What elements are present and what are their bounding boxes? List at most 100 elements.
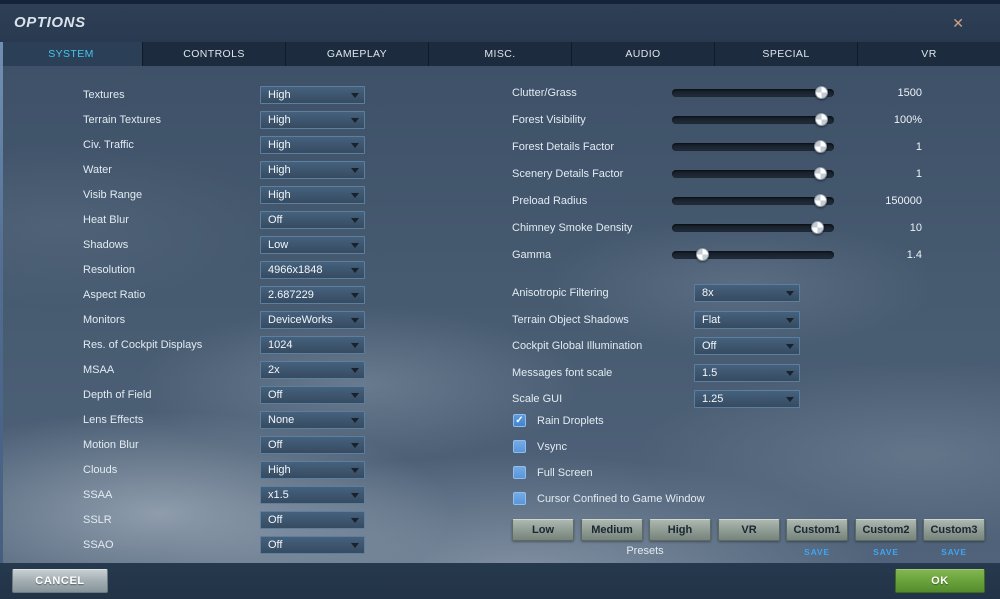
- slider-track-clutter-grass[interactable]: [672, 86, 834, 99]
- option-label: Terrain Object Shadows: [512, 314, 629, 326]
- dropdown-messages-font-scale[interactable]: 1.5: [694, 364, 800, 382]
- slider-handle[interactable]: [815, 86, 828, 99]
- slider-value: 1: [915, 168, 922, 180]
- preset-button-low[interactable]: Low: [512, 519, 574, 541]
- tab-special[interactable]: SPECIAL: [714, 42, 857, 66]
- left-edge-highlight: [0, 42, 3, 563]
- preset-save-link-custom1[interactable]: SAVE: [786, 547, 848, 557]
- checkbox-row: Full Screen: [0, 464, 1000, 482]
- slider-row: Scenery Details Factor 1: [0, 165, 1000, 183]
- option-label: Anisotropic Filtering: [512, 287, 609, 299]
- tab-gameplay[interactable]: GAMEPLAY: [285, 42, 428, 66]
- slider-track-forest-visibility[interactable]: [672, 113, 834, 126]
- chevron-down-icon: [786, 344, 794, 349]
- option-label: SSAO: [83, 539, 114, 551]
- slider-handle[interactable]: [815, 113, 828, 126]
- dropdown-ssao[interactable]: Off: [260, 536, 365, 554]
- checkbox-full-screen[interactable]: [513, 466, 526, 479]
- checkbox-label: Rain Droplets: [537, 415, 604, 427]
- slider-track-scenery-details-factor[interactable]: [672, 167, 834, 180]
- slider-label: Preload Radius: [512, 195, 588, 207]
- footer-bar: CANCEL OK: [0, 563, 1000, 599]
- checkbox-label: Cursor Confined to Game Window: [537, 493, 705, 505]
- slider-value: 150000: [885, 195, 922, 207]
- slider-row: Forest Details Factor 1: [0, 138, 1000, 156]
- ok-button[interactable]: OK: [895, 569, 985, 593]
- preset-button-custom3[interactable]: Custom3: [923, 519, 985, 541]
- slider-track-preload-radius[interactable]: [672, 194, 834, 207]
- slider-track-gamma[interactable]: [672, 248, 834, 261]
- tab-bar: SYSTEM CONTROLS GAMEPLAY MISC. AUDIO SPECIAL V…: [0, 42, 1000, 67]
- chevron-down-icon: [351, 518, 359, 523]
- checkbox-label: Vsync: [537, 441, 567, 453]
- slider-row: Preload Radius 150000: [0, 192, 1000, 210]
- slider-track-forest-details-factor[interactable]: [672, 140, 834, 153]
- presets-caption: Presets: [626, 545, 664, 557]
- option-label: Scale GUI: [512, 393, 563, 405]
- slider-label: Scenery Details Factor: [512, 168, 624, 180]
- option-label: Cockpit Global Illumination: [512, 340, 643, 352]
- dropdown-value: 1.25: [702, 393, 724, 405]
- option-label: Messages font scale: [512, 367, 613, 379]
- checkbox-row: ✓ Rain Droplets: [0, 412, 1000, 430]
- slider-value: 1500: [897, 87, 922, 99]
- slider-label: Chimney Smoke Density: [512, 222, 633, 234]
- preset-save-link-custom3[interactable]: SAVE: [923, 547, 985, 557]
- option-row: Scale GUI 1.25: [0, 390, 1000, 408]
- checkbox-label: Full Screen: [537, 467, 593, 479]
- title-bar: OPTIONS ✕: [0, 4, 1000, 43]
- preset-button-high[interactable]: High: [649, 519, 711, 541]
- options-dialog: OPTIONS ✕ SYSTEM CONTROLS GAMEPLAY MISC. AUD…: [0, 0, 1000, 599]
- chevron-down-icon: [351, 543, 359, 548]
- checkbox-cursor-confined-to-game-window[interactable]: [513, 492, 526, 505]
- slider-handle[interactable]: [814, 194, 827, 207]
- tab-misc[interactable]: MISC.: [428, 42, 571, 66]
- dropdown-terrain-object-shadows[interactable]: Flat: [694, 311, 800, 329]
- page-title: OPTIONS: [14, 14, 86, 31]
- slider-row: Clutter/Grass 1500: [0, 84, 1000, 102]
- tab-system[interactable]: SYSTEM: [0, 42, 142, 66]
- dropdown-cockpit-global-illumination[interactable]: Off: [694, 337, 800, 355]
- checkbox-rain-droplets[interactable]: ✓: [513, 414, 526, 427]
- slider-value: 1: [915, 141, 922, 153]
- dropdown-value: 1.5: [702, 367, 718, 379]
- checkbox-vsync[interactable]: [513, 440, 526, 453]
- dropdown-sslr[interactable]: Off: [260, 511, 365, 529]
- dropdown-value: 8x: [702, 287, 714, 299]
- dropdown-anisotropic-filtering[interactable]: 8x: [694, 284, 800, 302]
- option-row: Terrain Object Shadows Flat: [0, 311, 1000, 329]
- slider-row: Gamma 1.4: [0, 246, 1000, 264]
- cancel-button[interactable]: CANCEL: [12, 569, 108, 593]
- preset-save-link-custom2[interactable]: SAVE: [855, 547, 917, 557]
- slider-label: Gamma: [512, 249, 552, 261]
- slider-handle[interactable]: [814, 167, 827, 180]
- slider-label: Clutter/Grass: [512, 87, 577, 99]
- option-row: Anisotropic Filtering 8x: [0, 284, 1000, 302]
- option-row: SSLR Off: [0, 511, 1000, 529]
- slider-row: Chimney Smoke Density 10: [0, 219, 1000, 237]
- dropdown-value: Off: [702, 340, 717, 352]
- preset-button-custom1[interactable]: Custom1: [786, 519, 848, 541]
- preset-button-vr[interactable]: VR: [718, 519, 780, 541]
- slider-handle[interactable]: [696, 248, 709, 261]
- slider-track-chimney-smoke-density[interactable]: [672, 221, 834, 234]
- slider-label: Forest Visibility: [512, 114, 586, 126]
- slider-row: Forest Visibility 100%: [0, 111, 1000, 129]
- tab-audio[interactable]: AUDIO: [571, 42, 714, 66]
- close-icon[interactable]: ✕: [946, 4, 970, 42]
- tab-vr[interactable]: VR: [857, 42, 1000, 66]
- slider-value: 10: [909, 222, 922, 234]
- slider-handle[interactable]: [814, 140, 827, 153]
- tab-controls[interactable]: CONTROLS: [142, 42, 285, 66]
- preset-button-medium[interactable]: Medium: [581, 519, 643, 541]
- slider-handle[interactable]: [811, 221, 824, 234]
- slider-value: 1.4: [906, 249, 922, 261]
- dropdown-value: Off: [268, 539, 283, 551]
- chevron-down-icon: [351, 268, 359, 273]
- dropdown-scale-gui[interactable]: 1.25: [694, 390, 800, 408]
- dropdown-value: Off: [268, 514, 283, 526]
- chevron-down-icon: [786, 371, 794, 376]
- slider-value: 100%: [893, 114, 922, 126]
- preset-button-custom2[interactable]: Custom2: [855, 519, 917, 541]
- chevron-down-icon: [786, 291, 794, 296]
